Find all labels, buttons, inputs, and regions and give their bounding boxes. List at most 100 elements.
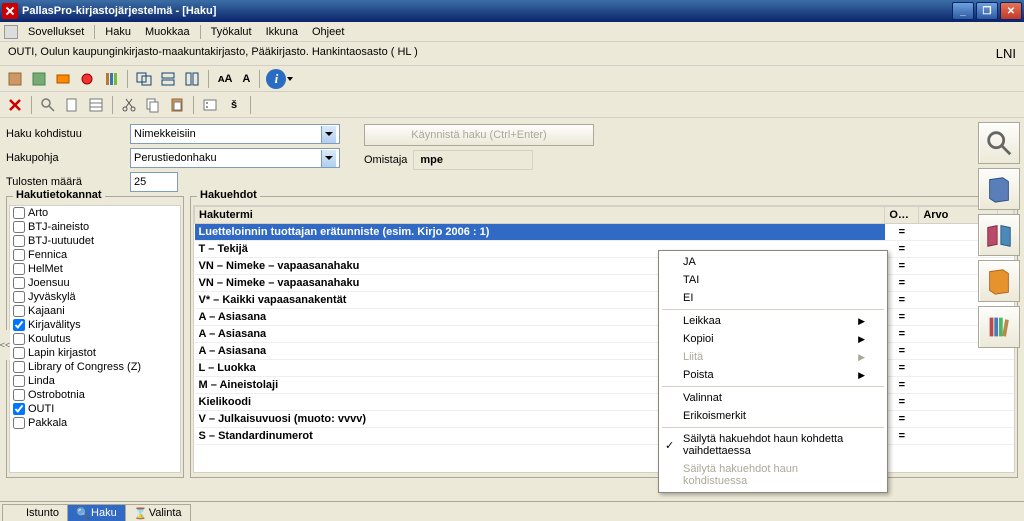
cm-tai[interactable]: TAI: [661, 271, 885, 289]
database-item[interactable]: Linda: [10, 374, 180, 388]
tab-istunto[interactable]: Istunto: [2, 504, 68, 521]
database-checkbox[interactable]: [13, 207, 25, 219]
tool-windows-3[interactable]: [181, 68, 203, 90]
criteria-op-cell[interactable]: =: [885, 411, 919, 428]
menu-ikkuna[interactable]: Ikkuna: [260, 24, 304, 40]
criteria-op-cell[interactable]: =: [885, 275, 919, 292]
minimize-button[interactable]: _: [952, 2, 974, 20]
criteria-term-cell[interactable]: Luetteloinnin tuottajan erätunniste (esi…: [195, 224, 885, 241]
criteria-op-cell[interactable]: =: [885, 360, 919, 377]
criteria-row[interactable]: VN – Nimeke – vapaasanahaku=: [195, 258, 1014, 275]
criteria-op-cell[interactable]: =: [885, 326, 919, 343]
database-checkbox[interactable]: [13, 291, 25, 303]
dock-book-pair-button[interactable]: [978, 214, 1020, 256]
database-item[interactable]: Kirjavälitys: [10, 318, 180, 332]
criteria-row[interactable]: T – Tekijä=: [195, 241, 1014, 258]
criteria-row[interactable]: Kielikoodi=: [195, 394, 1014, 411]
database-item[interactable]: Joensuu: [10, 276, 180, 290]
database-checkbox[interactable]: [13, 305, 25, 317]
criteria-op-cell[interactable]: =: [885, 241, 919, 258]
menu-haku[interactable]: Haku: [99, 24, 137, 40]
database-item[interactable]: HelMet: [10, 262, 180, 276]
cut-button[interactable]: [118, 94, 140, 116]
tool-icon-3[interactable]: [52, 68, 74, 90]
criteria-row[interactable]: A – Asiasana=: [195, 309, 1014, 326]
new-doc-button[interactable]: [61, 94, 83, 116]
criteria-table-wrap[interactable]: Hakutermi O… Arvo Luetteloinnin tuottaja…: [193, 205, 1015, 473]
criteria-row[interactable]: M – Aineistolaji=: [195, 377, 1014, 394]
database-checkbox[interactable]: [13, 277, 25, 289]
criteria-op-cell[interactable]: =: [885, 428, 919, 445]
criteria-op-cell[interactable]: =: [885, 394, 919, 411]
tool-windows-1[interactable]: [133, 68, 155, 90]
tool-icon-5[interactable]: [100, 68, 122, 90]
maximize-button[interactable]: ❐: [976, 2, 998, 20]
database-item[interactable]: Lapin kirjastot: [10, 346, 180, 360]
template-combo[interactable]: Perustiedonhaku: [130, 148, 340, 168]
special-chars-button[interactable]: š: [223, 94, 245, 116]
cm-ei[interactable]: EI: [661, 289, 885, 307]
font-larger-button[interactable]: A: [238, 68, 254, 90]
criteria-op-cell[interactable]: =: [885, 343, 919, 360]
criteria-value-cell[interactable]: [919, 360, 998, 377]
cm-erikoismerkit[interactable]: Erikoismerkit: [661, 407, 885, 425]
cm-delete[interactable]: Poista▶: [661, 366, 885, 384]
database-item[interactable]: Fennica: [10, 248, 180, 262]
criteria-row[interactable]: Luetteloinnin tuottajan erätunniste (esi…: [195, 224, 1014, 241]
cm-valinnat[interactable]: Valinnat: [661, 389, 885, 407]
database-item[interactable]: Ostrobotnia: [10, 388, 180, 402]
criteria-value-cell[interactable]: [919, 394, 998, 411]
menu-tyokalut[interactable]: Työkalut: [205, 24, 258, 40]
criteria-op-cell[interactable]: =: [885, 224, 919, 241]
criteria-row[interactable]: V – Julkaisuvuosi (muoto: vvvv)=: [195, 411, 1014, 428]
properties-button[interactable]: [199, 94, 221, 116]
database-checkbox[interactable]: [13, 263, 25, 275]
database-checkbox[interactable]: [13, 319, 25, 331]
criteria-row[interactable]: VN – Nimeke – vapaasanahaku=: [195, 275, 1014, 292]
criteria-op-cell[interactable]: =: [885, 292, 919, 309]
database-checkbox[interactable]: [13, 249, 25, 261]
database-item[interactable]: OUTI: [10, 402, 180, 416]
target-combo[interactable]: Nimekkeisiin: [130, 124, 340, 144]
tool-icon-1[interactable]: [4, 68, 26, 90]
tab-haku[interactable]: 🔍Haku: [67, 504, 126, 521]
criteria-value-cell[interactable]: [919, 428, 998, 445]
menu-sovellukset[interactable]: Sovellukset: [22, 24, 90, 40]
tool-icon-4[interactable]: [76, 68, 98, 90]
database-item[interactable]: BTJ-aineisto: [10, 220, 180, 234]
criteria-row[interactable]: L – Luokka=: [195, 360, 1014, 377]
menu-muokkaa[interactable]: Muokkaa: [139, 24, 196, 40]
dock-search-button[interactable]: [978, 122, 1020, 164]
left-splitter[interactable]: <<: [0, 330, 10, 360]
tool-icon-2[interactable]: [28, 68, 50, 90]
database-checkbox[interactable]: [13, 361, 25, 373]
criteria-row[interactable]: A – Asiasana=: [195, 326, 1014, 343]
dock-book-orange-button[interactable]: [978, 260, 1020, 302]
database-item[interactable]: Arto: [10, 206, 180, 220]
criteria-op-cell[interactable]: =: [885, 258, 919, 275]
criteria-value-cell[interactable]: [919, 411, 998, 428]
copy-button[interactable]: [142, 94, 164, 116]
cm-keep-on-target-change[interactable]: ✓Säilytä hakuehdot haun kohdetta vaihdet…: [661, 430, 885, 460]
dock-shelf-button[interactable]: [978, 306, 1020, 348]
criteria-header-op[interactable]: O…: [885, 207, 919, 224]
criteria-row[interactable]: A – Asiasana=: [195, 343, 1014, 360]
database-checkbox[interactable]: [13, 221, 25, 233]
database-checkbox[interactable]: [13, 235, 25, 247]
database-item[interactable]: Pakkala: [10, 416, 180, 430]
menu-ohjeet[interactable]: Ohjeet: [306, 24, 350, 40]
criteria-row[interactable]: V* – Kaikki vapaasanakentät=: [195, 292, 1014, 309]
tab-valinta[interactable]: ⌛Valinta: [125, 504, 191, 521]
cm-ja[interactable]: JA: [661, 253, 885, 271]
run-search-button[interactable]: Käynnistä haku (Ctrl+Enter): [364, 124, 594, 146]
criteria-op-cell[interactable]: =: [885, 377, 919, 394]
dock-book-blue-button[interactable]: [978, 168, 1020, 210]
database-item[interactable]: Kajaani: [10, 304, 180, 318]
database-checkbox[interactable]: [13, 347, 25, 359]
count-input[interactable]: [130, 172, 178, 192]
database-checkbox[interactable]: [13, 403, 25, 415]
criteria-value-cell[interactable]: [919, 377, 998, 394]
database-item[interactable]: Koulutus: [10, 332, 180, 346]
mdi-icon[interactable]: [4, 25, 18, 39]
info-button[interactable]: i: [265, 68, 294, 90]
